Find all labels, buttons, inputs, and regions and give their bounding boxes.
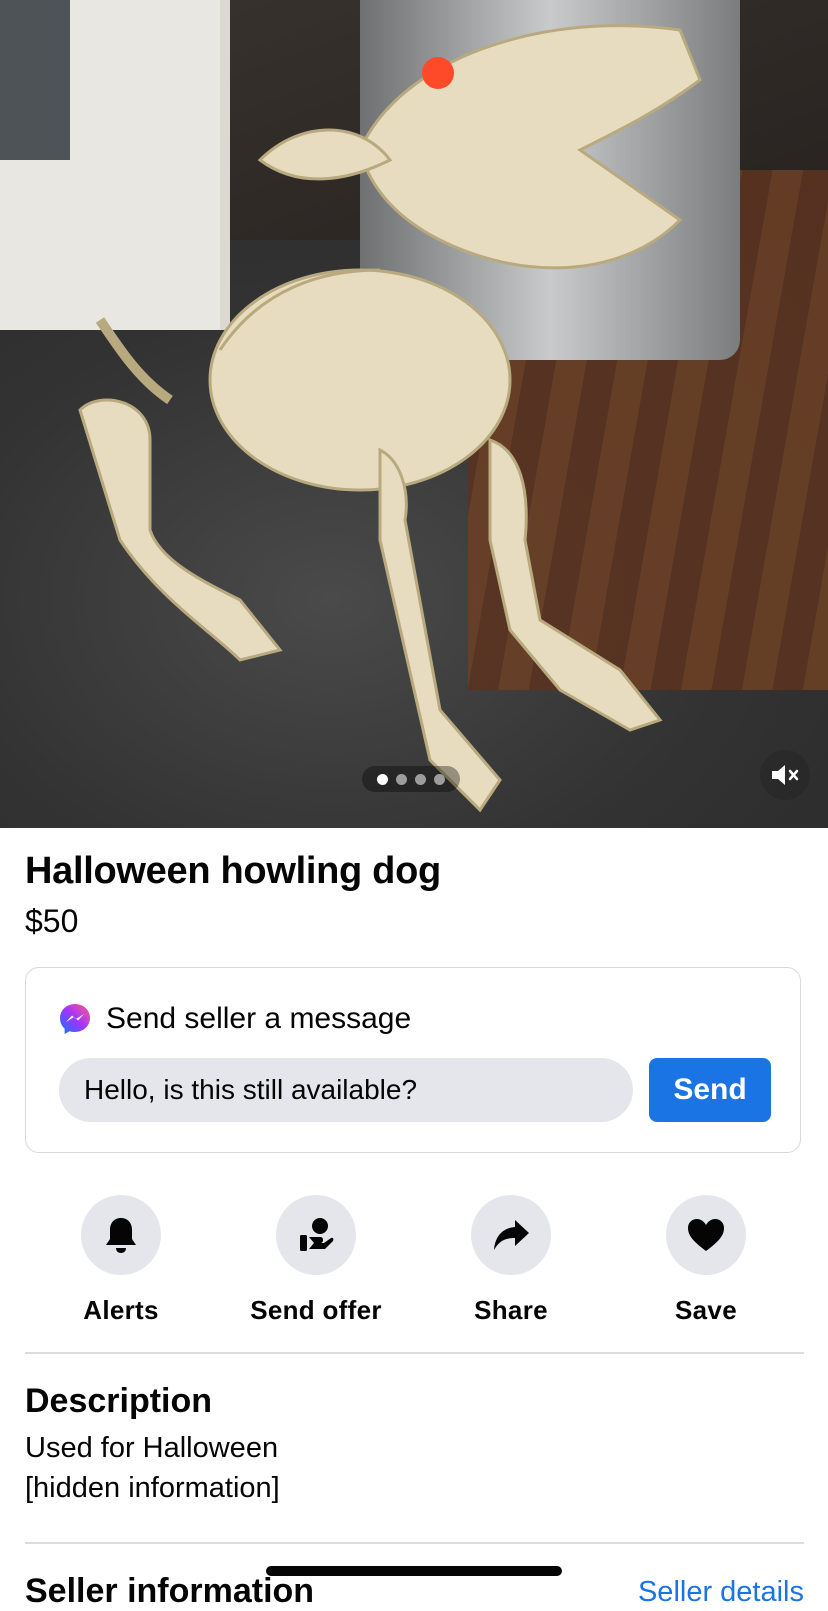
share-arrow-icon bbox=[494, 1220, 529, 1250]
heart-icon bbox=[688, 1219, 724, 1251]
section-divider bbox=[25, 1352, 804, 1354]
save-button[interactable]: Save bbox=[606, 1195, 806, 1326]
share-button[interactable]: Share bbox=[411, 1195, 611, 1326]
skeleton-dog-figure bbox=[78, 24, 702, 813]
section-divider bbox=[25, 1542, 804, 1544]
message-card-header: Send seller a message bbox=[58, 1002, 411, 1036]
send-button[interactable]: Send bbox=[649, 1058, 771, 1122]
description-hidden-text: [hidden information] bbox=[25, 1472, 280, 1504]
bell-icon bbox=[106, 1218, 136, 1253]
home-indicator[interactable] bbox=[266, 1566, 562, 1576]
alerts-circle[interactable] bbox=[81, 1195, 161, 1275]
send-offer-circle[interactable] bbox=[276, 1195, 356, 1275]
send-offer-button[interactable]: Send offer bbox=[216, 1195, 416, 1326]
listing-photo[interactable] bbox=[0, 0, 828, 828]
send-offer-label: Send offer bbox=[250, 1295, 382, 1325]
mute-button[interactable] bbox=[760, 750, 810, 800]
save-circle[interactable] bbox=[666, 1195, 746, 1275]
photo-dot[interactable] bbox=[396, 773, 407, 785]
share-circle[interactable] bbox=[471, 1195, 551, 1275]
seller-details-link[interactable]: Seller details bbox=[638, 1576, 804, 1609]
offer-hand-icon bbox=[300, 1218, 334, 1251]
alerts-label: Alerts bbox=[83, 1295, 159, 1325]
listing-title: Halloween howling dog bbox=[25, 850, 441, 892]
save-label: Save bbox=[675, 1295, 737, 1325]
message-card-heading: Send seller a message bbox=[106, 1002, 412, 1035]
photo-dot[interactable] bbox=[434, 773, 445, 785]
message-input[interactable]: Hello, is this still available? bbox=[59, 1058, 633, 1122]
photo-dot[interactable] bbox=[377, 773, 388, 785]
alerts-button[interactable]: Alerts bbox=[21, 1195, 221, 1326]
description-text: Used for Halloween bbox=[25, 1432, 279, 1464]
description-heading: Description bbox=[25, 1382, 213, 1420]
messenger-icon bbox=[60, 1004, 90, 1034]
message-seller-card: Send seller a message Hello, is this sti… bbox=[25, 967, 801, 1153]
action-row: Alerts Send offer Share Save bbox=[0, 1195, 828, 1325]
listing-price: $50 bbox=[25, 903, 79, 939]
photo-dot[interactable] bbox=[415, 773, 426, 785]
photo-pagination bbox=[362, 766, 460, 792]
share-label: Share bbox=[474, 1295, 548, 1325]
speaker-muted-icon bbox=[772, 765, 799, 785]
